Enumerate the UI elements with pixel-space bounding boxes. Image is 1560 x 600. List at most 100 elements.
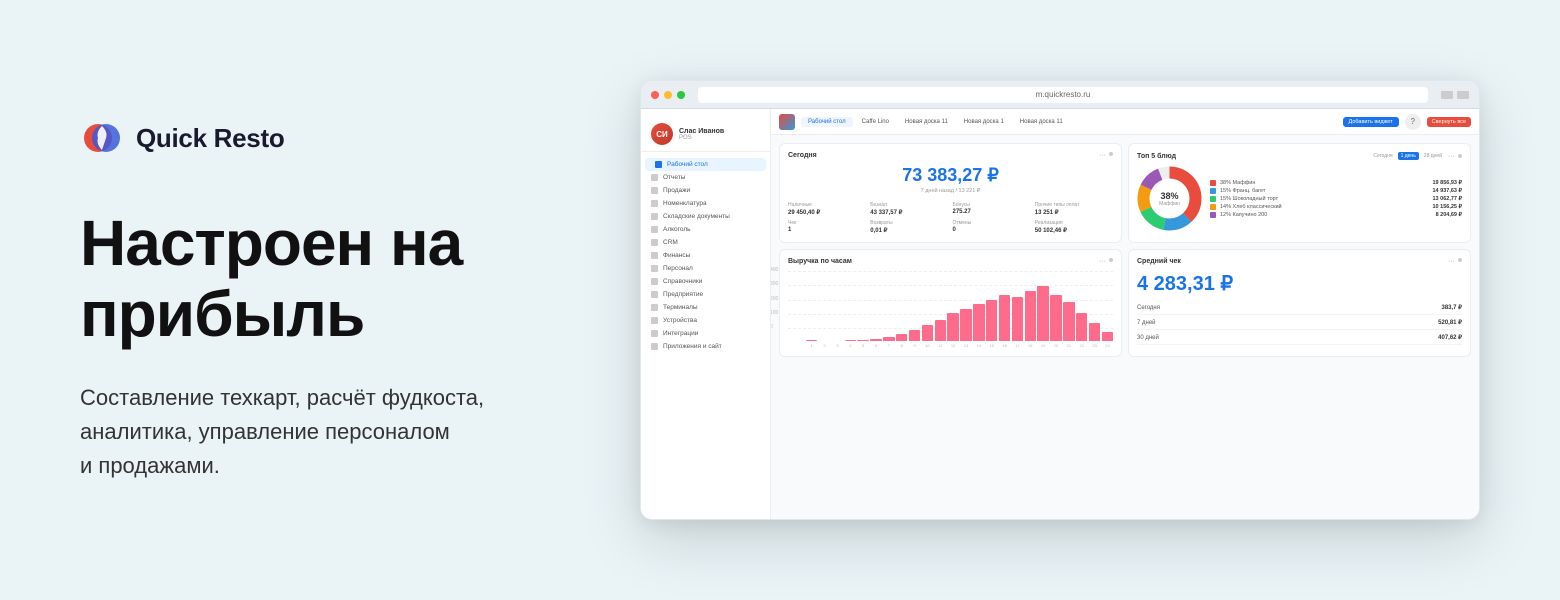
sidebar-item-alcohol[interactable]: Алкоголь — [641, 223, 770, 236]
stat-cancels: Отмены 0 — [953, 220, 1031, 234]
tab-board3[interactable]: Новая доска 11 — [1013, 117, 1070, 127]
top5-card-title: Топ 5 блюд — [1137, 153, 1176, 160]
legend-color-muffin — [1210, 180, 1216, 186]
browser-maximize-dot — [677, 91, 685, 99]
stat-bonus: Бонусы 275.27 — [953, 202, 1031, 216]
sidebar-user-role: POS — [679, 135, 724, 141]
browser-minimize-dot — [664, 91, 672, 99]
bar-more-icon[interactable]: ··· — [1099, 258, 1106, 265]
logo-area: Quick Resto — [80, 116, 600, 160]
today-refresh-icon[interactable] — [1109, 152, 1113, 156]
legend-cake: 15% Шоколадный торт 13 062,77 ₽ — [1210, 196, 1462, 202]
line-chart-overlay — [824, 283, 1113, 341]
donut-label: Маффин — [1159, 201, 1180, 207]
dash-content: СИ Слас Иванов POS Рабочий стол Отчеты — [641, 109, 1479, 519]
today-card-header: Сегодня ··· — [788, 152, 1113, 159]
sidebar-item-terminals[interactable]: Терминалы — [641, 301, 770, 314]
sidebar-icon — [651, 226, 658, 233]
today-amount: 73 383,27 ₽ — [788, 165, 1113, 186]
top5-more-icon[interactable]: ··· — [1448, 153, 1455, 160]
subtext-line3: и продажами. — [80, 453, 220, 478]
legend-color-cappuccino — [1210, 212, 1216, 218]
bar-chart-header: Выручка по часам ··· — [788, 258, 1113, 265]
sidebar-item-nomenclature[interactable]: Номенклатура — [641, 197, 770, 210]
sidebar-icon — [651, 317, 658, 324]
dash-grid: Сегодня ··· 73 383,27 ₽ 7 дней назад / 1… — [771, 135, 1479, 365]
today-stats-row1: Наличные 29 450,40 ₽ Безнал 43 337,57 ₽ … — [788, 202, 1113, 216]
dash-topnav: Рабочий стол Caffe Lino Новая доска 11 Н… — [771, 109, 1479, 135]
avg-refresh-icon[interactable] — [1458, 258, 1462, 262]
sidebar-item-integrations[interactable]: Интеграции — [641, 327, 770, 340]
bar-chart-card: Выручка по часам ··· 400 300 — [779, 249, 1122, 357]
sidebar-icon — [651, 278, 658, 285]
browser-close-dot — [651, 91, 659, 99]
sidebar-item-enterprise[interactable]: Предприятие — [641, 288, 770, 301]
top5-legend: 38% Маффин 19 856,93 ₽ 15% Франц. багет … — [1210, 180, 1462, 218]
dashboard-mockup: m.quickresto.ru СИ Слас Иванов POS — [640, 80, 1480, 520]
today-card-title: Сегодня — [788, 152, 817, 159]
sidebar-item-warehouse[interactable]: Складские документы — [641, 210, 770, 223]
stat-check: Чек 1 — [788, 220, 866, 234]
top5-period-tabs: Сегодня 1 день 28 дней — [1370, 152, 1445, 160]
legend-bread: 14% Хлеб классический 10 156,25 ₽ — [1210, 204, 1462, 210]
top5-tab-today[interactable]: Сегодня — [1370, 152, 1395, 160]
sidebar-item-reports[interactable]: Отчеты — [641, 171, 770, 184]
sidebar-item-refs[interactable]: Справочники — [641, 275, 770, 288]
collapse-all-button[interactable]: Свернуть все — [1427, 117, 1471, 127]
bar-refresh-icon[interactable] — [1109, 258, 1113, 262]
top5-tab-28days[interactable]: 28 дней — [1421, 152, 1445, 160]
sidebar-item-crm[interactable]: CRM — [641, 236, 770, 249]
avg-more-icon[interactable]: ··· — [1448, 258, 1455, 265]
sidebar-icon — [651, 265, 658, 272]
legend-color-cake — [1210, 196, 1216, 202]
brand-name: Quick Resto — [136, 123, 284, 154]
sidebar-item-staff[interactable]: Персонал — [641, 262, 770, 275]
dash-sidebar: СИ Слас Иванов POS Рабочий стол Отчеты — [641, 109, 771, 519]
right-section: m.quickresto.ru СИ Слас Иванов POS — [600, 80, 1480, 520]
nav-back — [1441, 91, 1453, 99]
donut-chart: 38% Маффин — [1137, 166, 1202, 231]
tab-caffe[interactable]: Caffe Lino — [855, 117, 896, 127]
today-stats-row2: Чек 1 Возвраты 0,01 ₽ Отмены 0 — [788, 220, 1113, 234]
avg-row-today: Сегодня 383,7 ₽ — [1137, 304, 1462, 315]
tab-board2[interactable]: Новая доска 1 — [957, 117, 1011, 127]
left-section: Quick Resto Настроен на прибыль Составле… — [80, 116, 600, 483]
donut-pct: 38% — [1159, 191, 1180, 201]
avg-card-header: Средний чек ··· — [1137, 258, 1462, 265]
avg-rows: Сегодня 383,7 ₽ 7 дней 520,81 ₽ 30 дней … — [1137, 304, 1462, 345]
legend-color-bread — [1210, 204, 1216, 210]
quickresto-logo-icon — [80, 116, 124, 160]
stat-returns: Возвраты 0,01 ₽ — [870, 220, 948, 234]
sidebar-item-sales[interactable]: Продажи — [641, 184, 770, 197]
bar-pink — [806, 340, 817, 341]
avg-row-30days: 30 дней 407,62 ₽ — [1137, 334, 1462, 345]
sidebar-item-finance[interactable]: Финансы — [641, 249, 770, 262]
top5-card-header: Топ 5 блюд Сегодня 1 день 28 дней ··· — [1137, 152, 1462, 160]
grid-line-400: 400 — [788, 271, 1113, 272]
sidebar-icon — [651, 291, 658, 298]
tab-board1[interactable]: Новая доска 11 — [898, 117, 955, 127]
add-widget-button[interactable]: Добавить виджет — [1343, 117, 1399, 127]
bar-chart-title: Выручка по часам — [788, 258, 852, 265]
page-wrapper: Quick Resto Настроен на прибыль Составле… — [0, 0, 1560, 600]
help-icon[interactable]: ? — [1405, 114, 1421, 130]
legend-cappuccino: 12% Капучино 200 8 204,69 ₽ — [1210, 212, 1462, 218]
stat-cash: Наличные 29 450,40 ₽ — [788, 202, 866, 216]
tab-desktop[interactable]: Рабочий стол — [801, 117, 853, 127]
top5-tab-1day[interactable]: 1 день — [1398, 152, 1419, 160]
sidebar-item-desktop[interactable]: Рабочий стол — [645, 158, 766, 171]
stat-card: Безнал 43 337,57 ₽ — [870, 202, 948, 216]
sidebar-item-apps[interactable]: Приложения и сайт — [641, 340, 770, 353]
sidebar-icon — [651, 187, 658, 194]
sidebar-icon — [651, 252, 658, 259]
top5-settings-icon[interactable] — [1458, 154, 1462, 158]
sidebar-item-devices[interactable]: Устройства — [641, 314, 770, 327]
subtext-line2: аналитика, управление персоналом — [80, 419, 450, 444]
legend-baguette: 15% Франц. багет 14 937,63 ₽ — [1210, 188, 1462, 194]
sidebar-icon — [651, 213, 658, 220]
stat-realization: Реализация 50 102,46 ₽ — [1035, 220, 1113, 234]
donut-center: 38% Маффин — [1159, 191, 1180, 207]
topnav-logo — [779, 114, 795, 130]
today-more-icon[interactable]: ··· — [1099, 152, 1106, 159]
avg-amount: 4 283,31 ₽ — [1137, 271, 1462, 296]
